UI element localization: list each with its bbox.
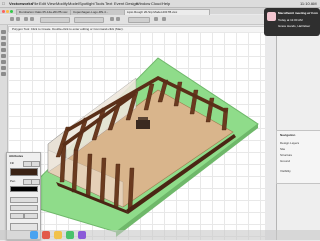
- menu-item-model[interactable]: Model: [68, 1, 79, 6]
- menu-item-spotlight[interactable]: Spotlight: [79, 1, 95, 6]
- render-icon[interactable]: [30, 17, 34, 21]
- navigation-palette: Navigation Design Layers Site Structure …: [276, 130, 320, 184]
- visibility-label: Visibility: [280, 169, 291, 173]
- nav-row[interactable]: Ground: [280, 159, 290, 163]
- zoom-window-icon[interactable]: [10, 10, 13, 13]
- line-thickness-field[interactable]: [10, 205, 38, 211]
- pen-label: Pen: [10, 179, 16, 183]
- finder-icon[interactable]: [30, 231, 38, 239]
- app-icon[interactable]: [54, 231, 62, 239]
- arc-tool-icon[interactable]: [1, 72, 6, 76]
- app-icon[interactable]: [66, 231, 74, 239]
- layer-icon[interactable]: [16, 17, 20, 21]
- attributes-title: Attributes: [9, 154, 24, 158]
- pan-tool-icon[interactable]: [1, 36, 6, 40]
- class-icon[interactable]: [10, 17, 14, 21]
- marker-start-field[interactable]: [10, 213, 24, 219]
- line-tool-icon[interactable]: [1, 54, 6, 58]
- apple-icon[interactable]: : [2, 1, 5, 6]
- menu-item-tools[interactable]: Tools: [95, 1, 104, 6]
- active-layer-dropdown[interactable]: [74, 17, 104, 23]
- view-icon[interactable]: [24, 17, 28, 21]
- menu-item-vectorworks[interactable]: Vectorworks: [9, 1, 33, 6]
- attributes-palette: Attributes Fill Pen: [6, 152, 41, 240]
- calendar-notification[interactable]: MacoRemit meeting w/ Commerce.db Today a…: [264, 8, 320, 36]
- walkthrough-icon[interactable]: [162, 17, 166, 21]
- calendar-app-icon: [267, 12, 276, 21]
- fill-options-dropdown[interactable]: [31, 161, 40, 167]
- menu-item-edit[interactable]: Edit: [39, 1, 46, 6]
- flyover-icon[interactable]: [154, 17, 158, 21]
- pan-icon[interactable]: [116, 17, 120, 21]
- notification-time: Today at 11:00 AM: [278, 18, 303, 22]
- menu-item-file[interactable]: File: [32, 1, 38, 6]
- menu-item-help[interactable]: Help: [162, 1, 170, 6]
- polygon-tool-icon[interactable]: [1, 66, 6, 70]
- app-icon[interactable]: [78, 231, 86, 239]
- active-class-dropdown[interactable]: [40, 17, 70, 23]
- interior-block: [136, 120, 150, 129]
- minimize-window-icon[interactable]: [6, 10, 9, 13]
- app-icon[interactable]: [42, 231, 50, 239]
- menu-item-modify[interactable]: Modify: [56, 1, 68, 6]
- pen-options-dropdown[interactable]: [31, 179, 40, 185]
- notification-title: MacoRemit meeting w/ Commerce.db: [278, 11, 318, 15]
- menu-item-window[interactable]: Window: [136, 1, 150, 6]
- menu-item-event-design[interactable]: Event Design: [114, 1, 138, 6]
- fill-label: Fill: [10, 161, 14, 165]
- zoom-tool-icon[interactable]: [1, 42, 6, 46]
- rectangle-tool-icon[interactable]: [1, 60, 6, 64]
- menu-clock[interactable]: 11:10 AM: [300, 1, 317, 6]
- nav-row[interactable]: Structure: [280, 153, 292, 157]
- opacity-field[interactable]: [10, 197, 38, 203]
- nav-row[interactable]: Site: [280, 147, 285, 151]
- model-view[interactable]: [8, 32, 265, 240]
- notification-attendees: Grace Hands, Hall Elser: [278, 24, 311, 28]
- menu-bar:  Vectorworks File Edit View Modify Mode…: [0, 0, 320, 8]
- menu-item-cloud[interactable]: Cloud: [151, 1, 161, 6]
- view-dropdown[interactable]: [128, 17, 150, 23]
- close-window-icon[interactable]: [2, 10, 5, 13]
- marker-end-field[interactable]: [24, 213, 38, 219]
- drawing-canvas[interactable]: [8, 32, 265, 240]
- menu-item-text[interactable]: Text: [105, 1, 112, 6]
- zoom-icon[interactable]: [110, 17, 114, 21]
- pen-color-swatch[interactable]: [10, 186, 38, 192]
- menu-item-view[interactable]: View: [47, 1, 56, 6]
- text-tool-icon[interactable]: [1, 48, 6, 52]
- nav-row[interactable]: Design Layers: [280, 141, 299, 145]
- navigation-title: Navigation: [280, 133, 296, 137]
- fill-color-swatch[interactable]: [10, 168, 38, 176]
- selection-tool-icon[interactable]: [1, 30, 6, 34]
